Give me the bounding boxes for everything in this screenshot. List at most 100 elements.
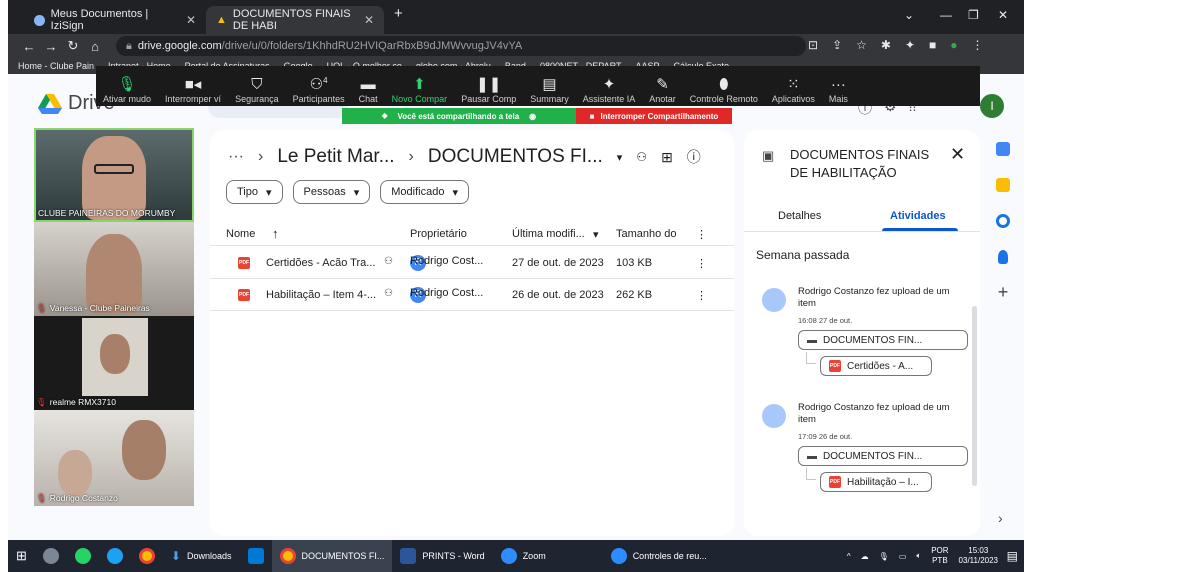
tasks-icon[interactable] [996,214,1010,228]
bookmark-star-icon[interactable]: ☆ [856,38,867,52]
filter-type[interactable]: Tipo ▾ [226,180,283,204]
more-button[interactable]: ··· Mais [822,76,855,104]
chat-button[interactable]: ▬ Chat [352,76,385,104]
activity-file-chip[interactable]: PDF Habilitação – I... [820,472,932,492]
minimize-icon[interactable]: — [940,8,952,22]
onedrive-icon[interactable]: ☁ [861,552,869,561]
tab-drive[interactable]: ▲ DOCUMENTOS FINAIS DE HABI ✕ [206,6,384,34]
network-icon[interactable]: ▭ [899,552,907,561]
apps-button[interactable]: ⁙ Aplicativos [765,76,822,104]
column-size[interactable]: Tamanho do [616,228,677,240]
video-tile[interactable]: 🎙︎ Rodrigo Costanzo [34,410,194,506]
grid-view-icon[interactable]: ⊞ [661,149,673,166]
remote-control-button[interactable]: ⬮ Controle Remoto [683,76,765,104]
shared-people-icon[interactable]: ⚇ [636,150,647,164]
start-button[interactable]: ⊞ [8,540,35,572]
address-bar[interactable]: 🔒︎ drive.google.com/drive/u/0/folders/1K… [116,36,806,56]
new-tab-button[interactable]: + [394,5,403,22]
security-button[interactable]: ⛉ Segurança [228,76,286,104]
bookmark-item[interactable]: Home - Clube Pain [18,61,94,71]
pause-share-button[interactable]: ❚❚ Pausar Comp [454,76,523,104]
share-page-icon[interactable]: ⇪ [832,38,842,52]
keep-icon[interactable] [996,178,1010,192]
speaker-icon[interactable]: 🔈︎ [916,551,921,561]
taskbar-pin[interactable] [99,540,131,572]
taskbar-word[interactable]: PRINTS - Word [392,540,492,572]
video-tile[interactable]: 🎙︎ Vanessa - Clube Paineiras [34,222,194,316]
dropdown-arrow-icon[interactable]: ▾ [617,151,623,164]
taskbar-zoom[interactable]: Zoom [493,540,603,572]
row-menu-icon[interactable]: ⋮ [696,289,707,302]
tab-izisign[interactable]: Meus Documentos | IziSign ✕ [24,6,206,34]
column-modified[interactable]: Última modifi... [512,228,585,240]
chevron-down-icon[interactable]: ⌄ [904,8,914,22]
clock[interactable]: 15:03 03/11/2023 [959,546,998,566]
taskbar-pin[interactable] [131,540,163,572]
table-row[interactable]: PDF Habilitação – Item 4-... ⚇ R Rodrigo … [210,279,734,311]
mic-icon: 🎙︎ [117,76,137,93]
filter-modified[interactable]: Modificado ▾ [380,180,469,204]
stop-sharing-button[interactable]: ■ Interromper Compartilhamento [576,108,732,124]
taskbar-chrome-window[interactable]: DOCUMENTOS FI... [271,540,393,572]
close-window-icon[interactable]: ✕ [998,8,1008,22]
menu-icon[interactable]: ⋮ [972,38,984,52]
extension-icon[interactable]: ✱ [881,38,891,52]
chevron-right-icon[interactable]: › [998,510,1003,526]
ai-assistant-button[interactable]: ✦ Assistente IA [576,76,643,104]
tab-activity[interactable]: Atividades [890,210,946,222]
account-avatar[interactable]: I [980,94,1004,118]
dropdown-arrow-icon[interactable]: ▾ [593,228,599,241]
tab-details[interactable]: Detalhes [778,210,821,222]
info-icon[interactable]: ⓘ [687,147,701,167]
activity-folder-chip[interactable]: ▬ DOCUMENTOS FIN... [798,330,968,350]
add-icon[interactable]: + [996,283,1010,301]
summary-button[interactable]: ▤ Summary [523,76,576,104]
sidepanel-icon[interactable]: ■ [929,38,936,52]
column-name[interactable]: Nome [226,228,255,240]
language-indicator[interactable]: POR PTB [931,546,948,566]
taskbar-pin[interactable] [35,540,67,572]
sort-up-arrow-icon[interactable]: ↑ [272,226,279,241]
tree-connector [806,352,816,364]
row-menu-icon[interactable]: ⋮ [696,257,707,270]
close-icon[interactable]: ✕ [950,144,965,165]
video-tile[interactable]: 🎙︎ realme RMX3710 [34,316,194,410]
home-icon[interactable]: ⌂ [84,39,106,54]
install-icon[interactable]: ⊡ [808,38,818,52]
restore-icon[interactable]: ❐ [968,8,979,22]
mute-button[interactable]: 🎙︎ Ativar mudo [96,76,158,104]
new-share-button[interactable]: ⬆ Novo Compar [385,76,455,104]
column-options-icon[interactable]: ⋮ [696,228,707,241]
calendar-icon[interactable] [996,142,1010,156]
annotate-button[interactable]: ✎ Anotar [642,76,683,104]
file-name[interactable]: Certidões - Acão Tra... [266,257,375,269]
notifications-icon[interactable]: ▤ [1007,549,1018,563]
column-owner[interactable]: Proprietário [410,228,467,240]
taskbar-pin[interactable] [67,540,99,572]
more-path-icon[interactable]: ··· [228,148,244,166]
mic-icon[interactable]: 🎙︎ [879,552,889,561]
breadcrumb-parent[interactable]: Le Petit Mar... [277,146,394,168]
scrollbar[interactable] [972,306,977,486]
chevron-up-icon[interactable]: ^ [847,552,851,561]
breadcrumb-current[interactable]: DOCUMENTOS FI... [428,146,603,168]
contacts-icon[interactable] [998,250,1008,264]
taskbar-pin[interactable] [240,540,272,572]
profile-icon[interactable]: ● [950,38,957,52]
close-icon[interactable]: ✕ [186,13,196,27]
reload-icon[interactable]: ↻ [62,38,84,54]
puzzle-icon[interactable]: ✦ [905,38,915,52]
taskbar-zoom-controls[interactable]: Controles de reu... [603,540,715,572]
video-tile[interactable]: CLUBE PAINEIRAS DO MORUMBY [34,128,194,222]
filter-people[interactable]: Pessoas ▾ [292,180,371,204]
table-row[interactable]: PDF Certidões - Acão Tra... ⚇ R Rodrigo C… [210,247,734,279]
taskbar-downloads[interactable]: ⬇ Downloads [163,540,240,572]
participants-button[interactable]: ⚇4 Participantes [286,72,352,104]
stop-video-button[interactable]: ■◂ Interromper ví [158,76,228,104]
file-name[interactable]: Habilitação – Item 4-... [266,289,376,301]
back-arrow-icon[interactable]: ← [18,39,40,54]
close-icon[interactable]: ✕ [364,13,374,27]
activity-folder-chip[interactable]: ▬ DOCUMENTOS FIN... [798,446,968,466]
activity-file-chip[interactable]: PDF Certidões - A... [820,356,932,376]
forward-arrow-icon[interactable]: → [40,39,62,54]
